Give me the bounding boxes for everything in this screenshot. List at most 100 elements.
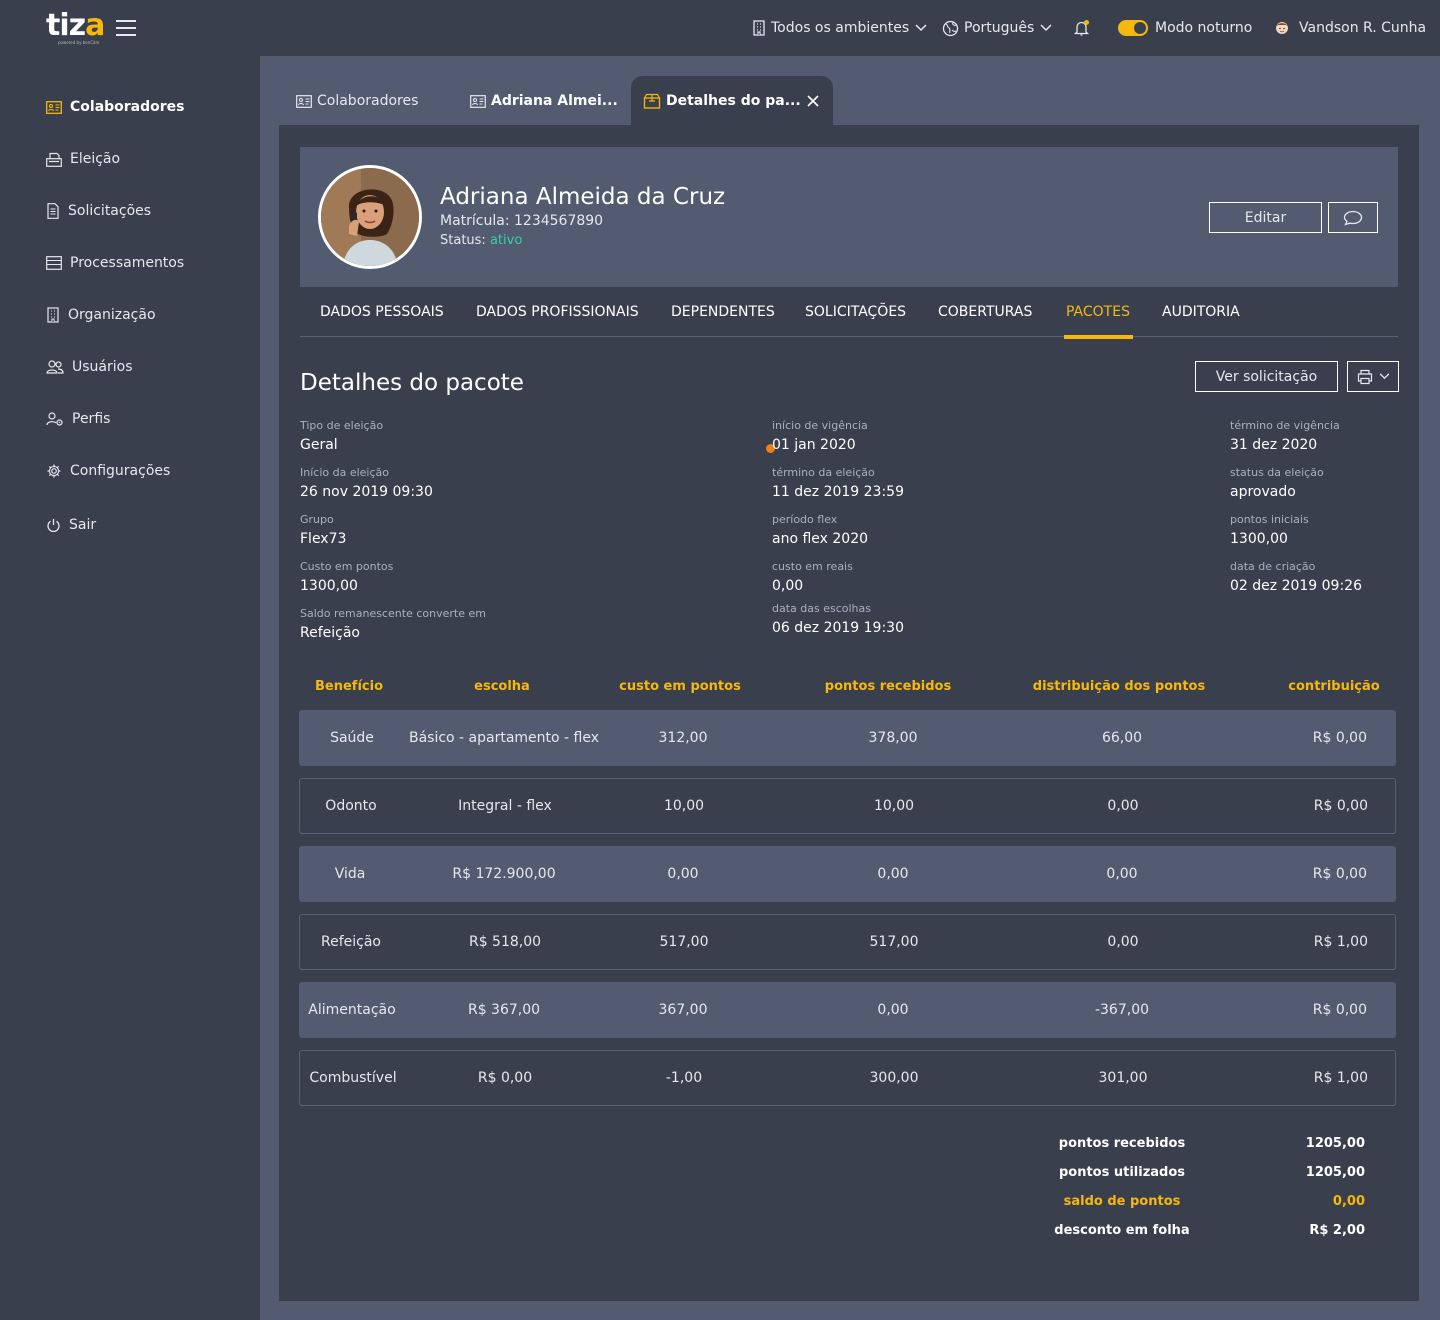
field-status-eleicao: status da eleição aprovado — [1230, 466, 1324, 500]
list-icon — [46, 256, 62, 270]
close-icon[interactable] — [807, 95, 819, 107]
sidebar-item-label: Usuários — [72, 359, 133, 375]
summary-label-desconto-folha: desconto em folha — [1054, 1223, 1190, 1238]
sidebar-item-label: Configurações — [70, 463, 171, 479]
sidebar-item-label: Solicitações — [68, 203, 152, 219]
building-icon — [753, 20, 765, 36]
table-row: Refeição R$ 518,00 517,00 517,00 0,00 R$… — [299, 914, 1396, 970]
sidebar: Colaboradores Eleição Solicitações Proce… — [0, 56, 260, 1320]
status-badge: ativo — [489, 233, 523, 248]
column-header-pontos-recebidos: pontos recebidos — [824, 679, 952, 694]
field-saldo-converte: Saldo remanescente converte em Refeição — [300, 607, 486, 641]
message-button[interactable] — [1328, 202, 1378, 233]
chevron-down-icon — [915, 24, 927, 32]
edit-button[interactable]: Editar — [1209, 202, 1322, 233]
ballot-box-icon — [46, 152, 62, 167]
subtab-auditoria[interactable]: AUDITORIA — [1162, 287, 1240, 337]
field-custo-reais: custo em reais 0,00 — [772, 560, 853, 594]
summary-label-saldo-pontos: saldo de pontos — [1063, 1194, 1181, 1209]
print-dropdown-button[interactable] — [1347, 361, 1399, 392]
profile-matricula: Matrícula: 1234567890 — [440, 213, 604, 229]
table-row: Vida R$ 172.900,00 0,00 0,00 0,00 R$ 0,0… — [299, 846, 1396, 902]
column-header-distribuicao: distribuição dos pontos — [1032, 679, 1206, 694]
field-periodo-flex: período flex ano flex 2020 — [772, 513, 869, 547]
summary-value-saldo-pontos: 0,00 — [1332, 1194, 1365, 1209]
profile-gear-icon — [46, 411, 63, 426]
field-pontos-iniciais: pontos iniciais 1300,00 — [1230, 513, 1309, 547]
field-data-escolhas: data das escolhas 06 dez 2019 19:30 — [772, 602, 904, 636]
sidebar-item-eleicao[interactable]: Eleição — [46, 149, 120, 169]
notifications-button[interactable] — [1073, 18, 1096, 38]
users-icon — [46, 360, 64, 374]
field-termino-vigencia: término de vigência 31 dez 2020 — [1230, 419, 1340, 453]
user-menu[interactable]: Vandson R. Cunha — [1274, 18, 1426, 38]
sidebar-item-label: Organização — [68, 307, 156, 323]
field-data-criacao: data de criação 02 dez 2019 09:26 — [1230, 560, 1362, 594]
language-selector[interactable]: Português — [942, 18, 1052, 38]
chevron-down-icon — [1379, 373, 1389, 380]
chevron-down-icon — [1040, 24, 1052, 32]
document-icon — [47, 203, 59, 219]
id-card-icon — [470, 94, 486, 108]
tab-adriana[interactable]: Adriana Almei... — [470, 76, 618, 126]
subtab-dados-pessoais[interactable]: DADOS PESSOAIS — [320, 287, 444, 337]
subtab-pacotes[interactable]: PACOTES — [1064, 287, 1133, 339]
column-header-beneficio: Benefício — [314, 679, 384, 694]
dark-mode-label: Modo noturno — [1155, 20, 1253, 36]
sidebar-item-label: Colaboradores — [70, 99, 185, 115]
column-header-escolha: escolha — [474, 679, 530, 694]
table-row: Alimentação R$ 367,00 367,00 0,00 -367,0… — [299, 982, 1396, 1038]
sidebar-item-colaboradores[interactable]: Colaboradores — [46, 97, 185, 117]
section-title: Detalhes do pacote — [300, 370, 524, 396]
summary-value-desconto-folha: R$ 2,00 — [1309, 1223, 1365, 1238]
id-card-icon — [46, 100, 62, 114]
subtab-dados-profissionais[interactable]: DADOS PROFISSIONAIS — [476, 287, 639, 337]
hamburger-menu-icon[interactable] — [116, 19, 136, 37]
status-label: Status: — [440, 233, 486, 248]
table-row: Odonto Integral - flex 10,00 10,00 0,00 … — [299, 778, 1396, 834]
subtab-coberturas[interactable]: COBERTURAS — [938, 287, 1032, 337]
user-name: Vandson R. Cunha — [1299, 20, 1427, 36]
sidebar-item-configuracoes[interactable]: Configurações — [46, 461, 170, 481]
sidebar-item-processamentos[interactable]: Processamentos — [46, 253, 184, 273]
subtab-dependentes[interactable]: DEPENDENTES — [671, 287, 775, 337]
sidebar-item-perfis[interactable]: Perfis — [46, 409, 110, 429]
tab-label: Adriana Almei... — [491, 93, 618, 109]
profile-name: Adriana Almeida da Cruz — [440, 184, 726, 210]
tab-detalhes-pacote[interactable]: Detalhes do pa... — [631, 76, 833, 126]
gear-icon — [47, 464, 61, 478]
power-icon — [47, 518, 60, 532]
tab-colaboradores[interactable]: Colaboradores — [296, 76, 418, 126]
field-inicio-eleicao: Início da eleição 26 nov 2019 09:30 — [300, 466, 433, 500]
main-area: Colaboradores Adriana Almei... Detalhes … — [260, 56, 1440, 1320]
bell-icon — [1073, 20, 1090, 36]
avatar — [318, 165, 422, 269]
subtab-solicitacoes[interactable]: SOLICITAÇÕES — [805, 287, 906, 337]
summary-value-pontos-utilizados: 1205,00 — [1305, 1165, 1365, 1180]
chat-bubble-icon — [1343, 210, 1363, 226]
column-header-custo-pontos: custo em pontos — [619, 679, 741, 694]
tab-label: Detalhes do pa... — [666, 93, 801, 109]
sidebar-item-sair[interactable]: Sair — [46, 515, 96, 535]
sidebar-item-label: Sair — [69, 517, 97, 533]
field-inicio-vigencia: início de vigência 01 jan 2020 — [772, 419, 868, 453]
column-header-contribuicao: contribuição — [1288, 679, 1380, 694]
table-row: Saúde Básico - apartamento - flex 312,00… — [299, 710, 1396, 766]
content-panel: Adriana Almeida da Cruz Matrícula: 12345… — [279, 125, 1419, 1301]
logo-subtitle: powered by benCâm — [58, 40, 100, 45]
ver-solicitacao-button[interactable]: Ver solicitação — [1195, 361, 1338, 392]
field-termino-eleicao: término da eleição 11 dez 2019 23:59 — [772, 466, 904, 500]
tiza-logo[interactable]: tiza powered by benCâm — [46, 8, 106, 48]
sidebar-item-organizacao[interactable]: Organização — [46, 305, 156, 325]
sidebar-item-usuarios[interactable]: Usuários — [46, 357, 133, 377]
sidebar-item-solicitacoes[interactable]: Solicitações — [46, 201, 151, 221]
dark-mode-toggle[interactable]: Modo noturno — [1118, 18, 1252, 38]
top-bar: tiza powered by benCâm Todos os ambiente… — [0, 0, 1440, 56]
environment-selector[interactable]: Todos os ambientes — [752, 18, 927, 38]
field-grupo: Grupo Flex73 — [300, 513, 347, 547]
toggle-switch[interactable] — [1118, 20, 1148, 36]
profile-status: Status: ativo — [440, 233, 522, 248]
field-custo-pontos: Custo em pontos 1300,00 — [300, 560, 394, 594]
sidebar-item-label: Processamentos — [70, 255, 185, 271]
table-row: Combustível R$ 0,00 -1,00 300,00 301,00 … — [299, 1050, 1396, 1106]
